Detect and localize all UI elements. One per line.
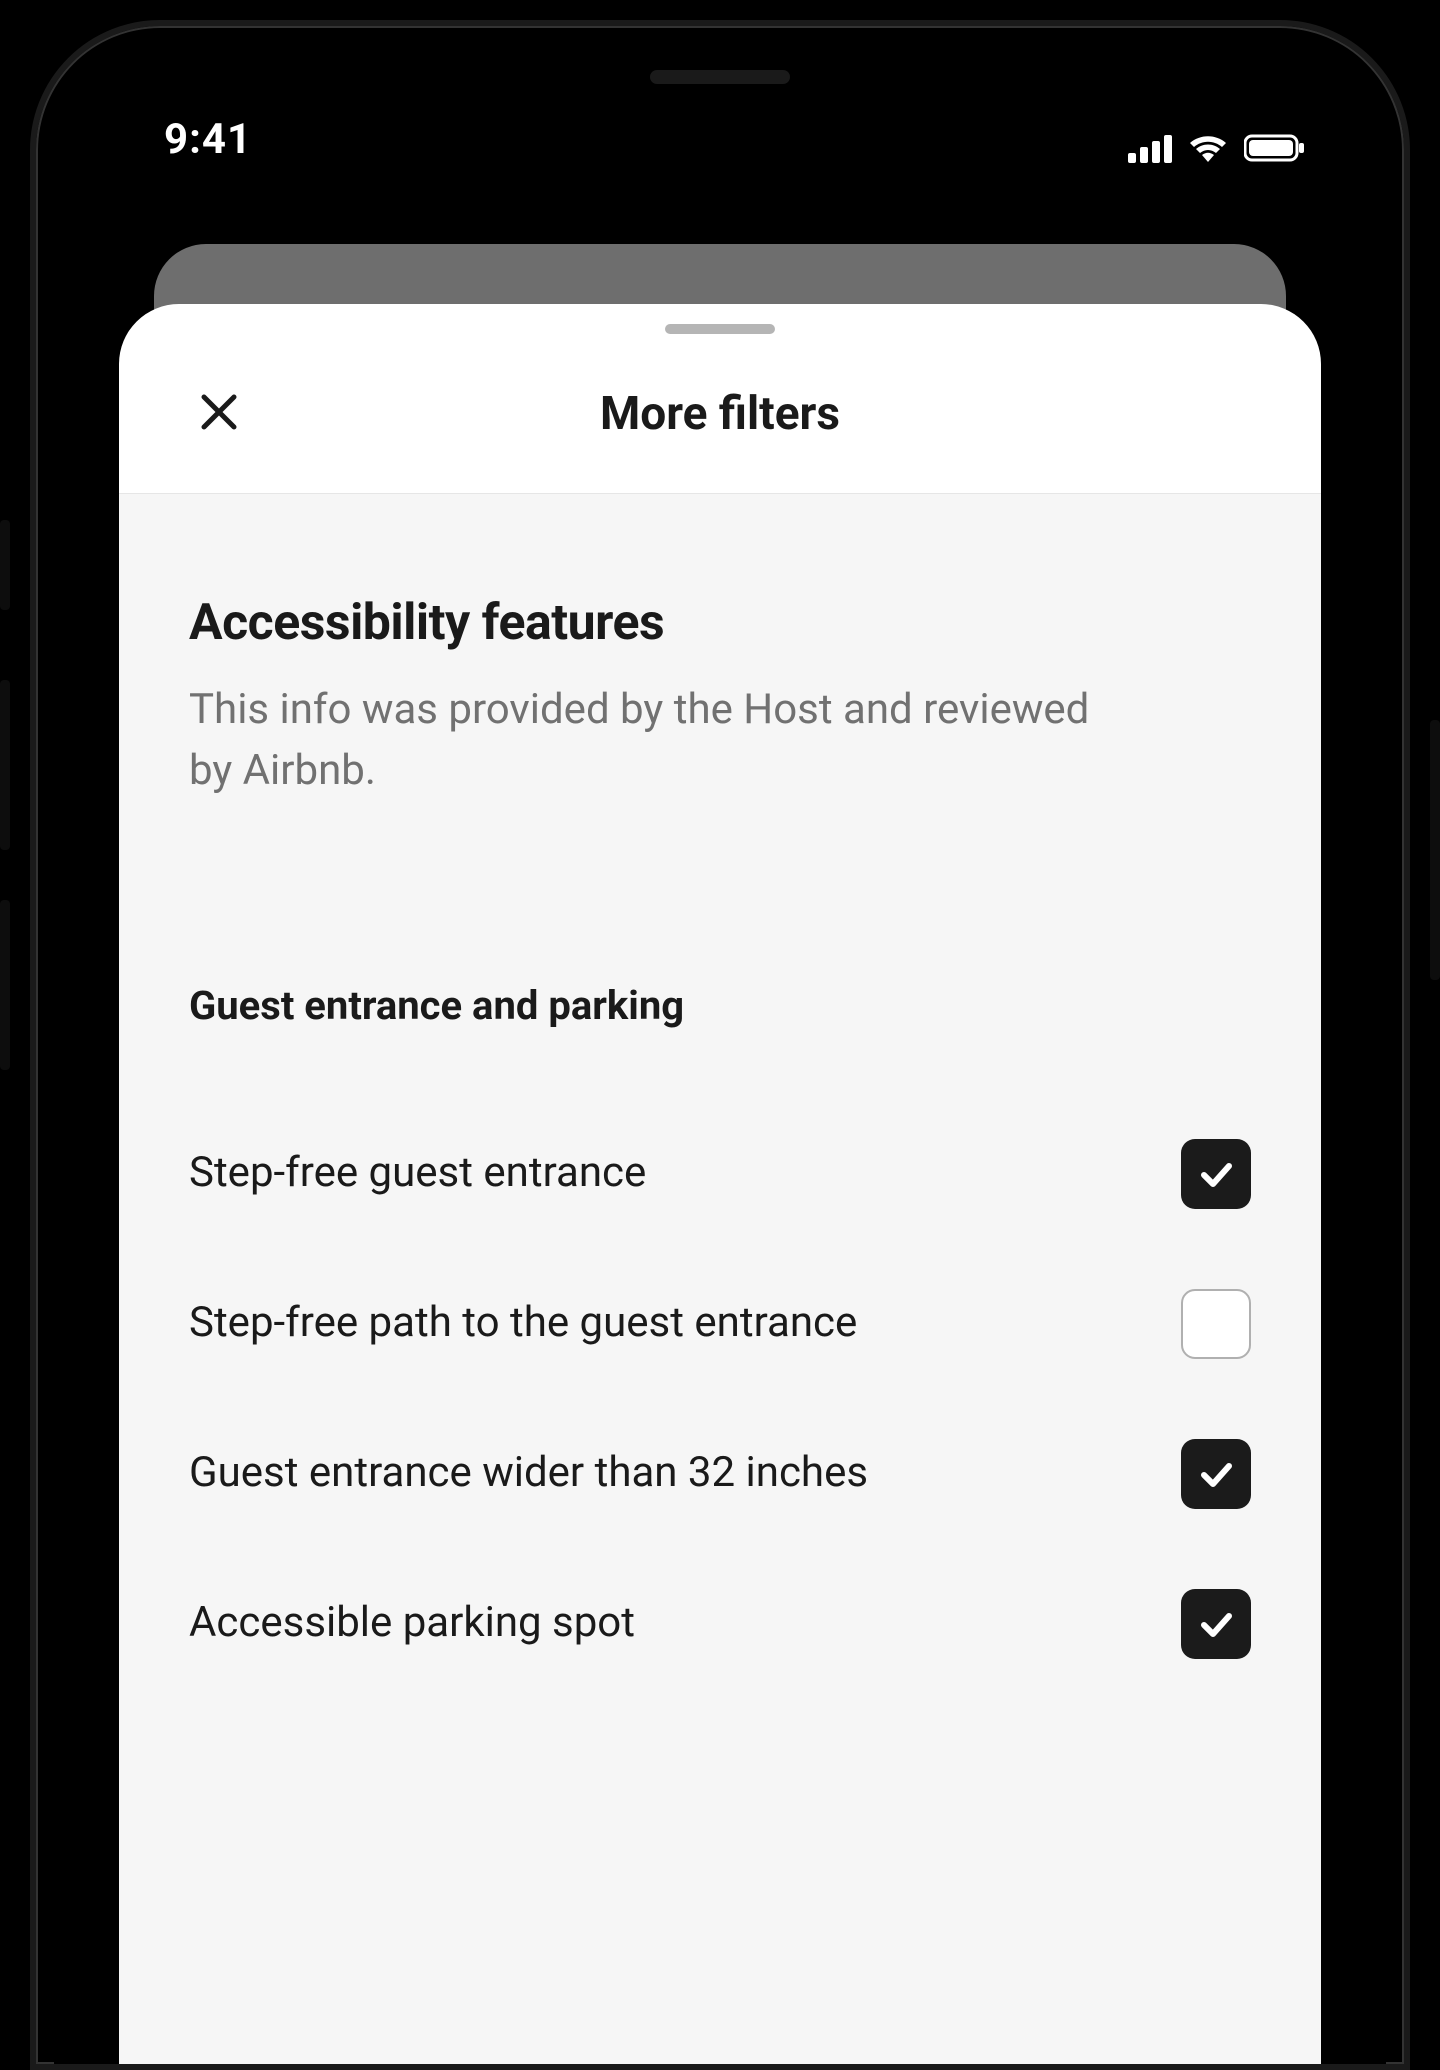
filter-option-label: Guest entrance wider than 32 inches bbox=[189, 1445, 868, 1502]
filter-option-row[interactable]: Step-free guest entrance bbox=[189, 1099, 1251, 1249]
phone-side-button bbox=[0, 680, 10, 850]
filter-option-label: Step-free path to the guest entrance bbox=[189, 1295, 857, 1352]
filter-option-checkbox[interactable] bbox=[1181, 1139, 1251, 1209]
section-description: This info was provided by the Host and r… bbox=[189, 680, 1139, 802]
filter-option-checkbox[interactable] bbox=[1181, 1589, 1251, 1659]
filter-option-row[interactable]: Accessible parking spot bbox=[189, 1549, 1251, 1699]
status-icons bbox=[1128, 132, 1306, 164]
check-icon bbox=[1196, 1604, 1236, 1644]
sheet-title: More filters bbox=[600, 387, 840, 441]
cellular-icon bbox=[1128, 133, 1172, 163]
filters-sheet: More filters Accessibility features This… bbox=[119, 304, 1321, 2064]
filter-option-row[interactable]: Step-free path to the guest entrance bbox=[189, 1249, 1251, 1399]
group-title: Guest entrance and parking bbox=[189, 982, 1251, 1029]
phone-side-button bbox=[0, 900, 10, 1070]
phone-screen: 9:41 bbox=[54, 44, 1386, 2064]
phone-notch bbox=[505, 44, 935, 114]
close-icon bbox=[198, 391, 240, 437]
filter-option-label: Step-free guest entrance bbox=[189, 1145, 646, 1202]
section-heading: Accessibility features bbox=[189, 594, 1251, 652]
close-button[interactable] bbox=[189, 384, 249, 444]
phone-side-button bbox=[1430, 720, 1440, 980]
filter-option-checkbox[interactable] bbox=[1181, 1439, 1251, 1509]
phone-frame: 9:41 bbox=[30, 20, 1410, 2070]
filter-option-row[interactable]: Guest entrance wider than 32 inches bbox=[189, 1399, 1251, 1549]
sheet-body[interactable]: Accessibility features This info was pro… bbox=[119, 494, 1321, 2064]
sheet-grabber[interactable] bbox=[665, 324, 775, 334]
sheet-header: More filters bbox=[119, 334, 1321, 494]
check-icon bbox=[1196, 1454, 1236, 1494]
filter-option-checkbox[interactable] bbox=[1181, 1289, 1251, 1359]
battery-icon bbox=[1244, 133, 1306, 163]
wifi-icon bbox=[1186, 132, 1230, 164]
phone-side-button bbox=[0, 520, 10, 610]
check-icon bbox=[1196, 1154, 1236, 1194]
status-time: 9:41 bbox=[164, 115, 252, 164]
filter-option-label: Accessible parking spot bbox=[189, 1595, 635, 1652]
